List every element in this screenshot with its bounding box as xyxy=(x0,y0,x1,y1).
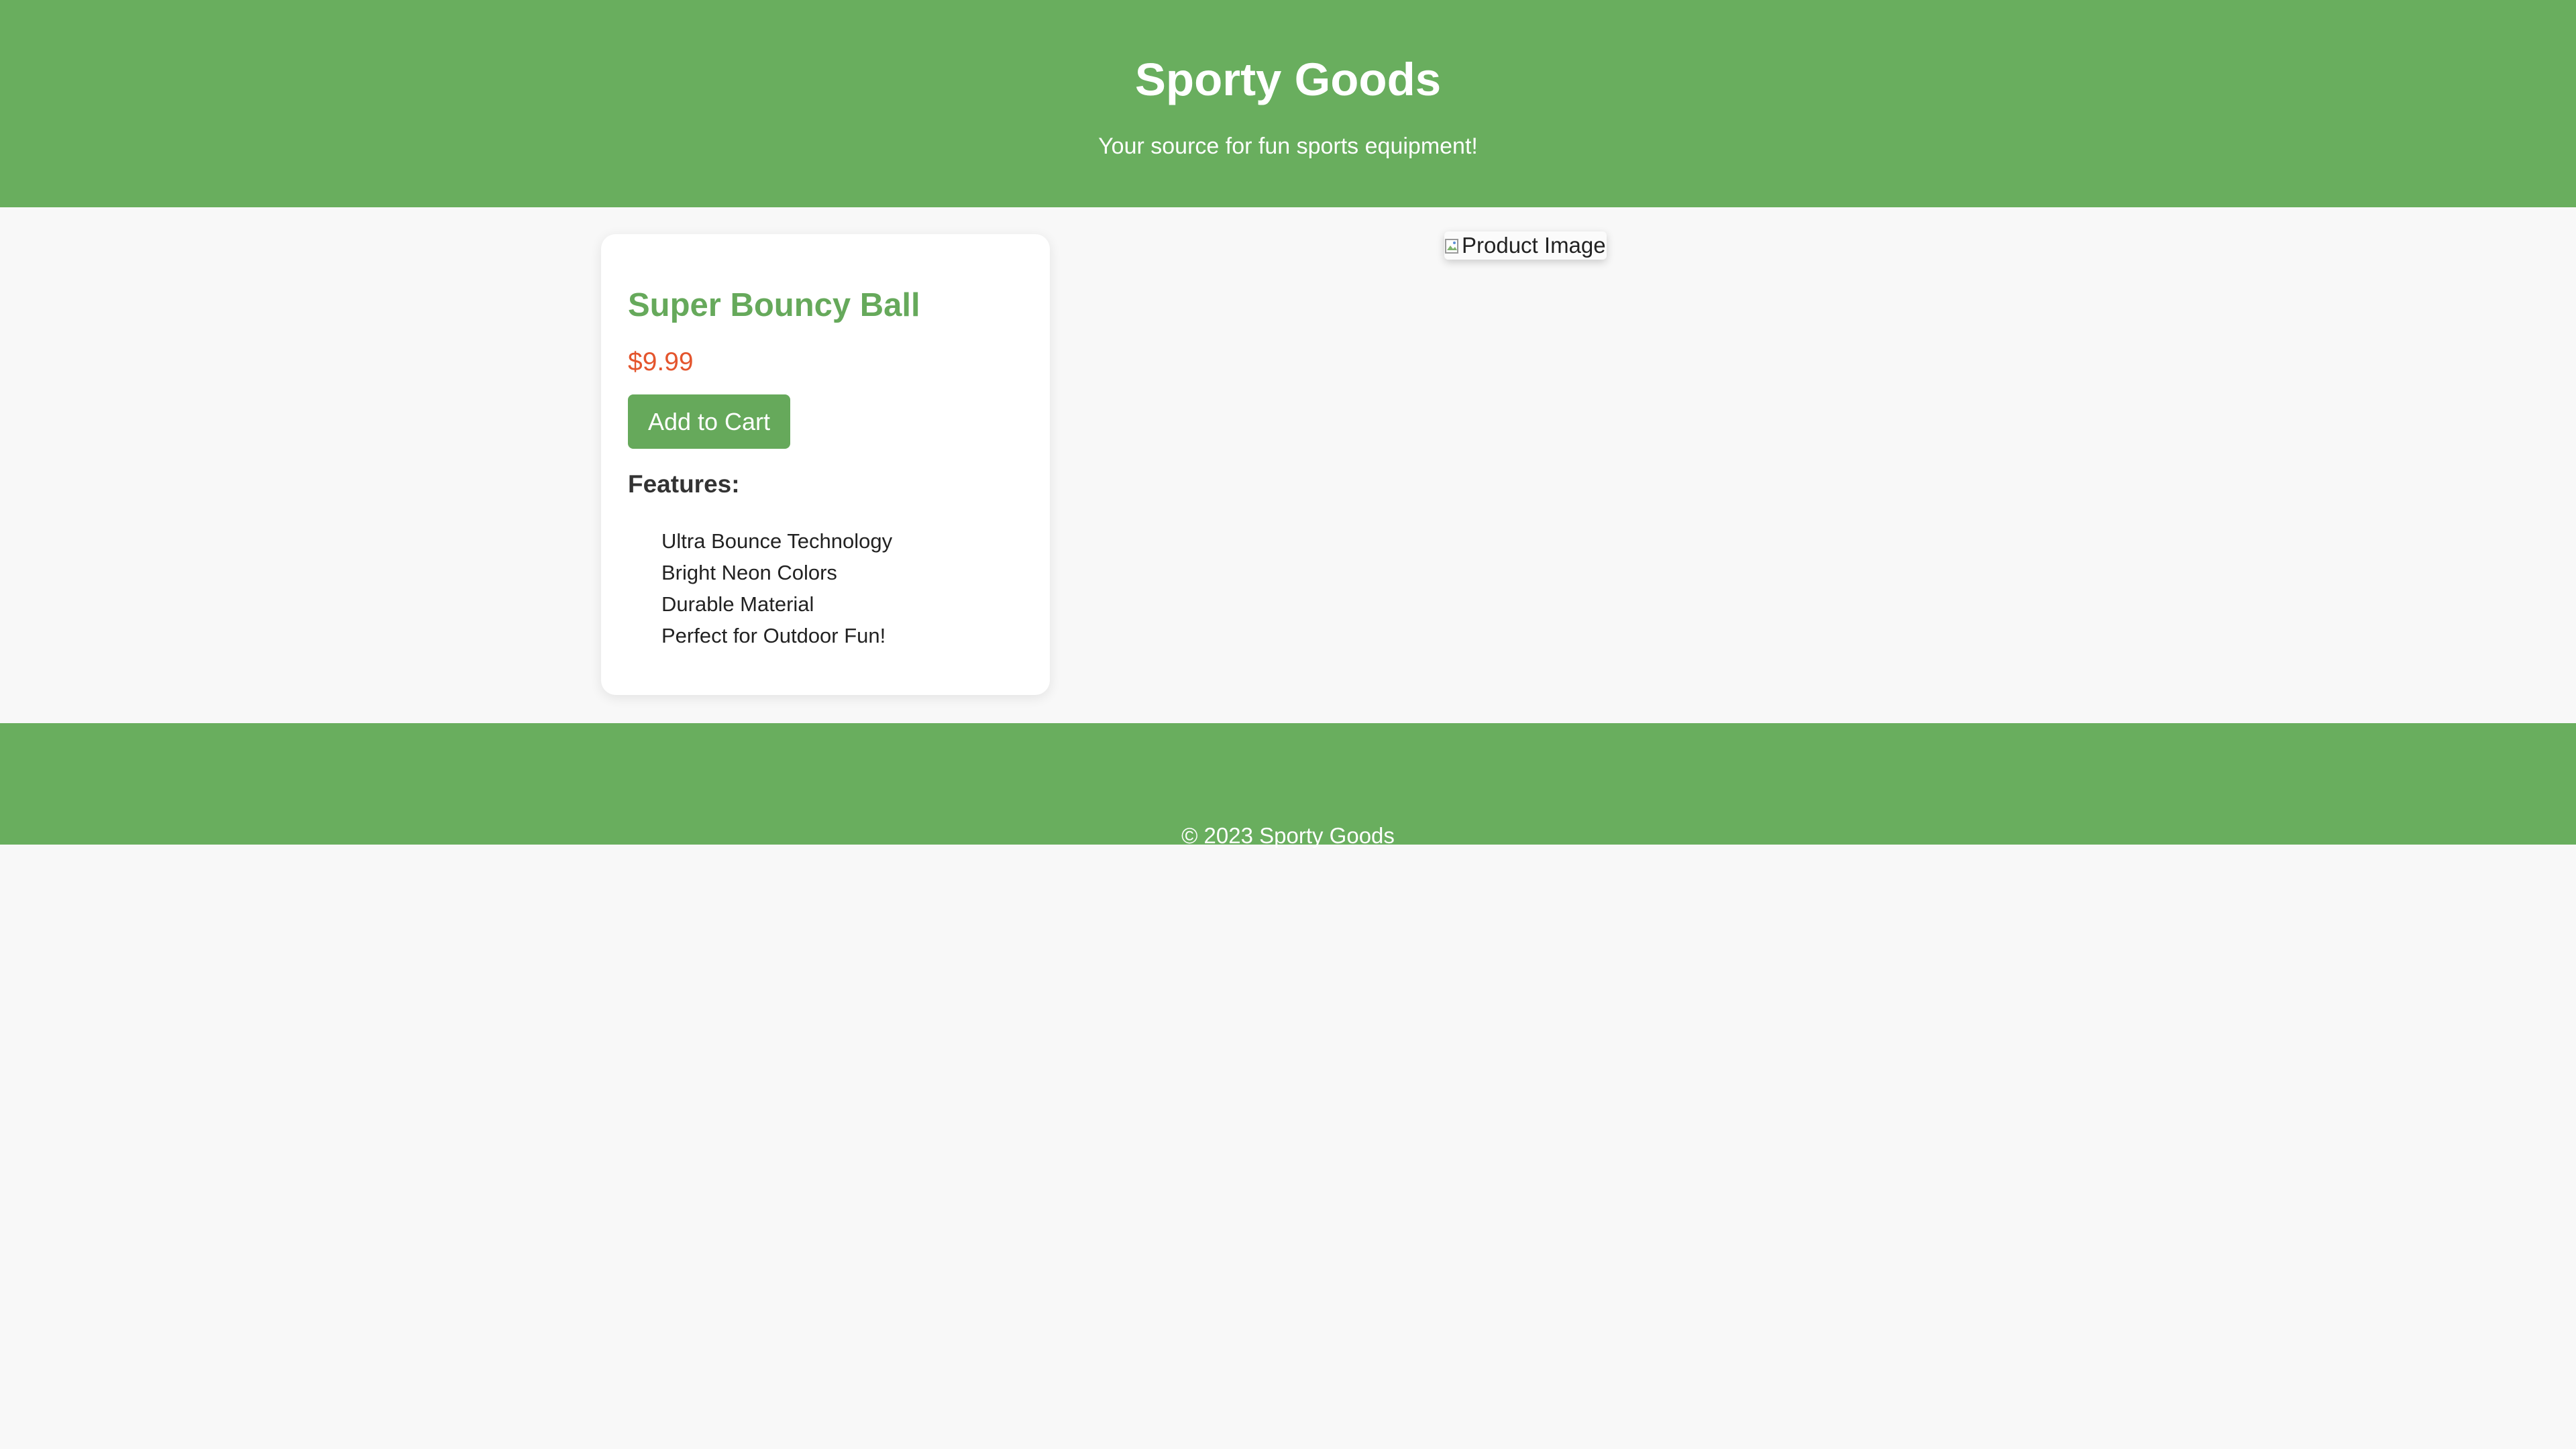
feature-item: Bright Neon Colors xyxy=(661,561,837,584)
broken-image-icon xyxy=(1444,233,1460,254)
features-heading: Features: xyxy=(628,470,740,498)
site-tagline: Your source for fun sports equipment! xyxy=(1098,133,1478,159)
product-image: Product Image xyxy=(1444,231,1607,260)
product-image-alt-text: Product Image xyxy=(1462,233,1606,258)
product-card: Super Bouncy Ball $9.99 Add to Cart Feat… xyxy=(601,234,1050,695)
feature-item: Perfect for Outdoor Fun! xyxy=(661,624,886,647)
feature-item: Ultra Bounce Technology xyxy=(661,529,893,553)
product-name: Super Bouncy Ball xyxy=(628,287,920,323)
feature-item: Durable Material xyxy=(661,592,814,616)
add-to-cart-button[interactable]: Add to Cart xyxy=(628,394,790,449)
site-title: Sporty Goods xyxy=(1134,54,1442,105)
features-list: Ultra Bounce Technology Bright Neon Colo… xyxy=(661,525,892,651)
site-header: Sporty Goods Your source for fun sports … xyxy=(0,0,2576,207)
site-footer: © 2023 Sporty Goods xyxy=(0,723,2576,848)
product-price: $9.99 xyxy=(628,347,694,376)
footer-copyright: © 2023 Sporty Goods xyxy=(1181,823,1395,848)
